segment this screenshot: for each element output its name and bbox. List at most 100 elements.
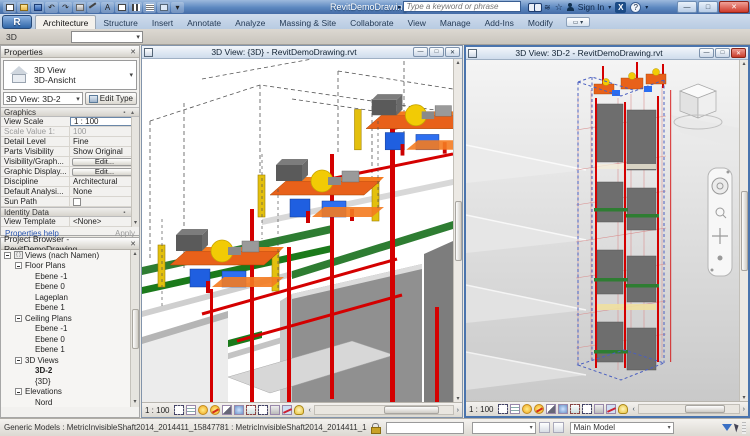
scroll-up-icon[interactable]: ▴ [742,60,745,67]
scroll-right-icon[interactable]: › [457,407,459,414]
tree-item[interactable]: {3D} [1,376,139,387]
property-row[interactable]: Graphic Display... Edit... [1,167,139,177]
text-button[interactable]: A [101,2,114,13]
tree-item[interactable]: Lageplan [1,292,139,303]
property-row[interactable]: View Template <None> [1,217,139,227]
crop-region-icon[interactable] [582,404,592,414]
collapse-icon[interactable] [15,262,22,269]
rendering-dialog-icon[interactable] [234,405,244,415]
scroll-down-icon[interactable]: ▾ [134,219,137,227]
temporary-hide-isolate-icon[interactable] [282,405,292,415]
design-options-icon[interactable] [553,422,564,433]
tree-item[interactable]: { }Views (nach Namen) [1,250,139,261]
property-row[interactable]: Visibility/Graph... Edit... [1,157,139,167]
view-minimize-button[interactable]: — [699,48,714,58]
worksets-combo[interactable]: ▾ [472,422,536,434]
select-icon[interactable] [734,423,740,433]
revit-app-icon[interactable] [3,2,16,13]
property-row[interactable]: Default Analysi... None [1,187,139,197]
collapse-icon[interactable] [15,388,22,395]
view-minimize-button[interactable]: — [413,47,428,57]
view1-title-bar[interactable]: 3D View: {3D} - RevitDemoDrawing.rvt — □… [142,46,462,59]
visual-style-icon[interactable] [510,404,520,414]
tab-architecture[interactable]: Architecture [35,15,96,29]
view2-vertical-scrollbar[interactable]: ▴ ▾ [739,60,748,401]
tree-item[interactable]: Ceiling Plans [1,313,139,324]
scale-button[interactable]: 1 : 100 [145,406,169,415]
tree-item[interactable]: Floor Plans [1,261,139,272]
tree-item[interactable]: Ebene -1 [1,271,139,282]
property-row[interactable]: Discipline Architectural [1,177,139,187]
element-filter-combo[interactable]: 3D View: 3D-2 ▾ [3,92,83,105]
tree-item[interactable]: Ebene 1 [1,345,139,356]
scroll-down-icon[interactable]: ▾ [133,398,136,407]
shadows-off-icon[interactable] [210,405,220,415]
application-menu-button[interactable]: R [2,15,32,29]
undo-button[interactable]: ↶ [45,2,58,13]
section-graphics-label[interactable]: Graphics [4,108,36,117]
pin-icon[interactable]: ▪ ▴ [123,109,136,116]
view-scale-value[interactable]: 1 : 100 [70,117,138,126]
customize-qat-button[interactable]: ▾ [171,2,184,13]
tab-structure[interactable]: Structure [96,16,145,29]
lock-view-icon[interactable] [594,404,604,414]
shadows-off-icon[interactable] [534,404,544,414]
search-icon[interactable] [528,3,540,11]
scroll-left-icon[interactable]: ‹ [308,407,310,414]
scroll-right-icon[interactable]: › [743,406,745,413]
crop-region-icon[interactable] [258,405,268,415]
tab-manage[interactable]: Manage [433,16,478,29]
worksets-icon[interactable] [539,422,550,433]
exchange-apps-icon[interactable]: X [615,2,626,13]
options-bar-combo[interactable]: ▾ [71,31,143,43]
search-toggle-icon[interactable]: ▸ [398,3,402,11]
tree-item[interactable]: Ebene 0 [1,282,139,293]
edit-type-button[interactable]: Edit Type [85,92,137,105]
help-dropdown-icon[interactable]: ▾ [645,4,648,11]
collapse-icon[interactable] [15,357,22,364]
scroll-up-icon[interactable]: ▴ [133,250,136,259]
view2-horizontal-scrollbar[interactable] [638,404,740,414]
type-selector[interactable]: 3D View 3D-Ansicht ▾ [3,60,137,90]
view1-vertical-scrollbar[interactable]: ▴ ▾ [453,59,462,402]
rendering-dialog-icon[interactable] [558,404,568,414]
resize-grip[interactable] [742,422,746,434]
save-button[interactable] [31,2,44,13]
view-close-button[interactable]: ✕ [445,47,460,57]
view2-canvas[interactable]: ▴ ▾ [466,60,748,401]
view2-title-bar[interactable]: 3D View: 3D-2 - RevitDemoDrawing.rvt — □… [466,47,748,60]
properties-scrollbar[interactable]: ▾ [131,117,139,227]
tab-collaborate[interactable]: Collaborate [343,16,400,29]
visibility-edit-button[interactable]: Edit... [72,158,137,166]
crop-view-icon[interactable] [570,404,580,414]
project-browser-close-icon[interactable]: ✕ [130,240,136,248]
tree-item[interactable]: Ebene 1 [1,303,139,314]
measure-button[interactable] [87,2,100,13]
graphic-display-edit-button[interactable]: Edit... [72,168,137,176]
sun-path-checkbox[interactable] [73,198,81,206]
tree-item[interactable]: Nord [1,397,139,407]
scrollbar-thumb[interactable] [685,405,725,413]
default-3d-view-button[interactable] [115,2,128,13]
tab-annotate[interactable]: Annotate [180,16,228,29]
scroll-left-icon[interactable]: ‹ [632,406,634,413]
project-browser-scrollbar[interactable]: ▴ ▾ [130,250,139,407]
crop-view-icon[interactable] [246,405,256,415]
detail-level-icon[interactable] [498,404,508,414]
design-options-combo[interactable]: Main Model ▾ [570,422,674,434]
view-close-button[interactable]: ✕ [731,48,746,58]
tab-modify[interactable]: Modify [521,16,560,29]
redo-button[interactable]: ↷ [59,2,72,13]
sign-in-dropdown-icon[interactable]: ▾ [608,4,611,11]
view1-horizontal-scrollbar[interactable] [314,405,454,415]
filter-icon[interactable] [722,424,732,431]
tree-item[interactable]: Elevations [1,387,139,398]
view-restore-button[interactable]: □ [715,48,730,58]
property-row[interactable]: View Scale 1 : 100 [1,117,139,127]
scale-button[interactable]: 1 : 100 [469,405,493,414]
favorites-icon[interactable]: ☆ [555,2,563,13]
shadows-icon[interactable] [546,404,556,414]
sun-path-icon[interactable] [522,404,532,414]
sign-in-label[interactable]: Sign In [578,2,604,12]
thin-lines-button[interactable] [143,2,156,13]
